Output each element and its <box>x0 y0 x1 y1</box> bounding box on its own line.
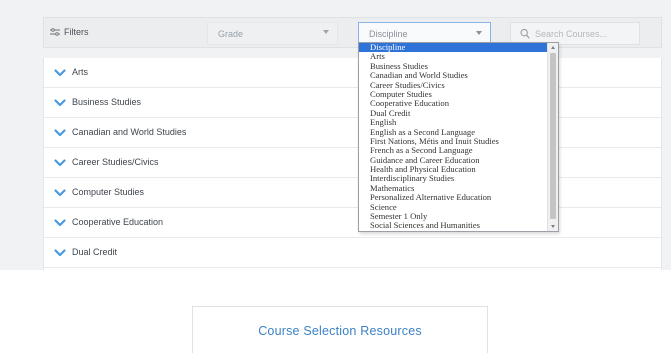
scroll-up-arrow-icon[interactable] <box>551 46 555 49</box>
discipline-select-value: Discipline <box>369 29 408 39</box>
search-icon <box>520 28 530 39</box>
accordion-item-dual-credit[interactable]: Dual Credit <box>44 238 661 268</box>
accordion-item-canadian-world-studies[interactable]: Canadian and World Studies <box>44 118 661 148</box>
course-selection-resources-label: Course Selection Resources <box>258 324 422 338</box>
filters-label: Filters <box>64 27 89 37</box>
chevron-down-icon <box>54 99 66 107</box>
chevron-down-icon <box>323 30 329 34</box>
accordion-item-career-studies[interactable]: Career Studies/Civics <box>44 148 661 178</box>
accordion-item-label: Computer Studies <box>72 187 145 197</box>
accordion-item-computer-studies[interactable]: Computer Studies <box>44 178 661 208</box>
accordion-item-label: Dual Credit <box>72 247 118 257</box>
dropdown-option-selected[interactable]: Discipline <box>359 43 547 53</box>
course-selection-resources-button[interactable]: Course Selection Resources <box>192 306 488 353</box>
chevron-down-icon <box>54 219 66 227</box>
filters-label-group: Filters <box>50 27 89 37</box>
accordion-item-arts[interactable]: Arts <box>44 58 661 88</box>
accordion-item-label: Business Studies <box>72 97 142 107</box>
accordion-item-label: Arts <box>72 67 89 77</box>
scroll-down-arrow-icon[interactable] <box>551 225 555 228</box>
discipline-accordion: Arts Business Studies Canadian and World… <box>43 58 662 270</box>
dropdown-scrollbar[interactable] <box>547 43 558 231</box>
dropdown-options: Discipline Arts Business Studies Canadia… <box>359 43 547 231</box>
discipline-dropdown-list: Discipline Arts Business Studies Canadia… <box>358 42 559 232</box>
accordion-item-label: Career Studies/Civics <box>72 157 159 167</box>
sliders-icon <box>50 28 60 36</box>
chevron-down-icon <box>54 69 66 77</box>
chevron-down-icon <box>54 129 66 137</box>
grade-select-value: Grade <box>218 29 244 39</box>
accordion-item-label: Cooperative Education <box>72 217 164 227</box>
search-input[interactable] <box>535 27 635 41</box>
scrollbar-thumb[interactable] <box>550 53 556 219</box>
accordion-item-business-studies[interactable]: Business Studies <box>44 88 661 118</box>
accordion-item-label: Canadian and World Studies <box>72 127 187 137</box>
filters-bar: Filters Grade Discipline <box>43 17 662 48</box>
chevron-down-icon <box>54 159 66 167</box>
accordion-item-cooperative-education[interactable]: Cooperative Education <box>44 208 661 238</box>
chevron-down-icon <box>54 189 66 197</box>
grade-select[interactable]: Grade <box>207 22 338 45</box>
chevron-down-icon <box>54 249 66 257</box>
dropdown-option[interactable]: Social Sciences and Humanities <box>359 221 547 231</box>
chevron-down-icon <box>476 31 482 35</box>
